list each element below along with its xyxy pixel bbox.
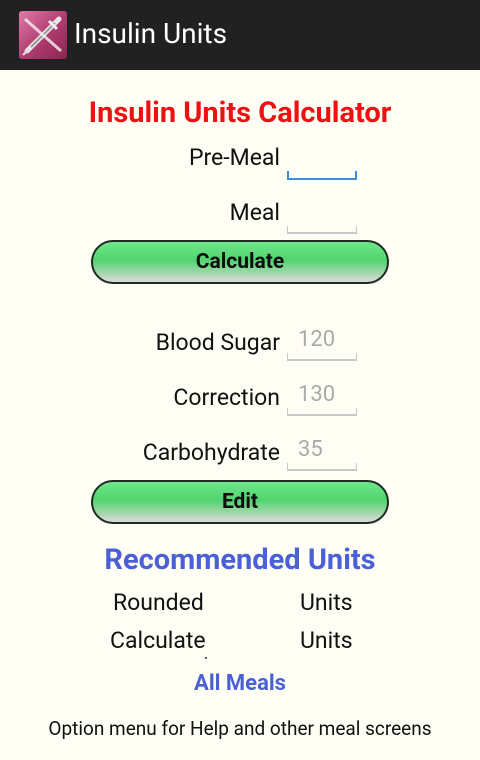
- pre-meal-label: Pre-Meal: [188, 144, 280, 171]
- correction-field[interactable]: 130: [287, 382, 357, 416]
- calculator-heading: Insulin Units Calculator: [88, 96, 392, 130]
- carbohydrate-field[interactable]: 35: [287, 437, 357, 471]
- all-meals-link[interactable]: All Meals: [0, 671, 480, 696]
- divider-dot: [205, 657, 207, 659]
- pre-meal-input[interactable]: [287, 146, 357, 180]
- action-bar: Insulin Units: [0, 0, 480, 70]
- blood-sugar-label: Blood Sugar: [155, 329, 280, 356]
- calculate-result-label: Calculate: [110, 627, 206, 654]
- help-hint: Option menu for Help and other meal scre…: [48, 717, 432, 740]
- blood-sugar-field[interactable]: 120: [287, 327, 357, 361]
- rounded-label: Rounded: [113, 589, 204, 616]
- rounded-units: Units: [300, 589, 353, 616]
- syringe-icon[interactable]: [19, 11, 67, 59]
- edit-button[interactable]: Edit: [91, 480, 389, 524]
- calculate-button[interactable]: Calculate: [91, 240, 389, 284]
- correction-label: Correction: [173, 384, 280, 411]
- carbohydrate-label: Carbohydrate: [142, 439, 280, 466]
- meal-label: Meal: [229, 199, 280, 226]
- meal-input[interactable]: [287, 200, 357, 234]
- app-title: Insulin Units: [74, 17, 228, 50]
- calculate-result-units: Units: [300, 627, 353, 654]
- recommended-units-heading: Recommended Units: [104, 543, 376, 577]
